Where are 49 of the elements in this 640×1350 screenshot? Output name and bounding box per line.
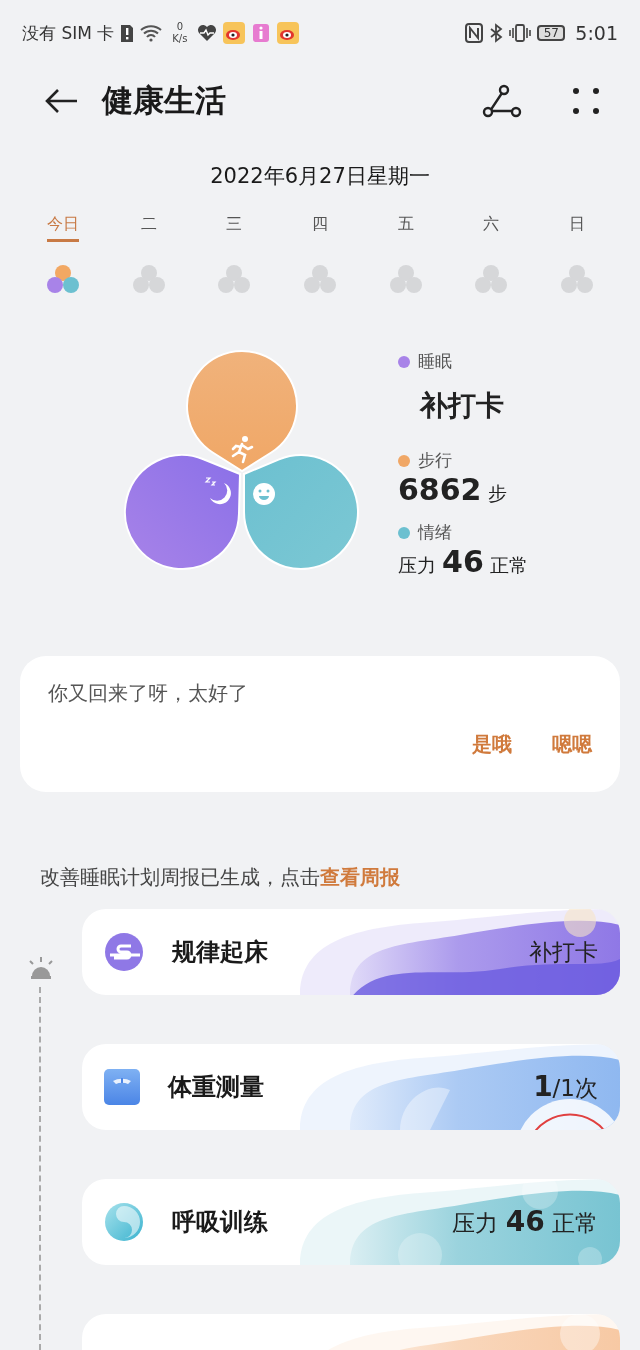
day-tab[interactable]: 四 [312,214,328,242]
day-tab[interactable]: 五 [397,214,414,242]
heart-pulse-icon [197,24,218,42]
task-value: 1/1次 [533,1070,598,1104]
task-value: 补打卡 [529,937,598,967]
share-icon[interactable] [482,84,522,118]
vibrate-icon [509,23,532,43]
page-title: 健康生活 [102,81,227,120]
alarm-icon [26,955,56,979]
sim-alert-icon [120,23,135,43]
wifi-icon [140,24,163,42]
speed-unit: K/s [172,33,188,45]
orb-icon [104,1202,144,1242]
date-label: 2022年6月27日星期一 [209,163,431,190]
legend-label: 睡眠 [418,350,452,373]
day-tab[interactable]: 三 [226,214,243,242]
scale-icon [104,1069,140,1105]
legend-value: 补打卡 [418,388,505,424]
task-card[interactable]: 体重测量 1/1次 [82,1044,620,1130]
nfc-icon [465,23,484,43]
task-card[interactable]: 规律起床 补打卡 [82,909,620,995]
smiley-icon [253,483,275,505]
eye-app-icon [223,22,246,44]
task-card[interactable]: 呼吸训练 压力 46 正常 [82,1179,620,1265]
legend-value: 压力 46 正常 [398,544,528,581]
carrier-label: 没有 SIM 卡 [22,21,115,45]
more-icon[interactable] [572,87,600,115]
task-title: 呼吸训练 [172,1207,269,1238]
day-tab[interactable]: 二 [140,214,157,242]
bluetooth-icon [489,23,504,43]
battery-indicator: 57 [537,25,566,41]
clock-time: 5:01 [575,22,618,44]
back-icon[interactable] [44,88,78,114]
task-value: 压力 46 正常 [452,1205,598,1239]
plan-notice: 改善睡眠计划周报已生成，点击查看周报 [40,864,401,891]
speed-value: 0 [176,21,184,33]
legend-value: 6862 步 [398,472,508,509]
app-icon [251,23,272,43]
legend-label: 情绪 [418,521,452,544]
eye-app-icon [277,22,300,44]
day-tab[interactable]: 六 [483,214,500,242]
day-tab[interactable]: 日 [569,214,586,242]
legend-label: 步行 [418,449,452,472]
message-text: 你又回来了呀，太好了 [48,680,249,707]
task-title: 体重测量 [168,1072,265,1103]
task-title: 规律起床 [172,937,269,968]
runner-icon [231,436,254,464]
sleeping-moon-icon [204,477,231,505]
swoosh-icon [104,932,144,972]
